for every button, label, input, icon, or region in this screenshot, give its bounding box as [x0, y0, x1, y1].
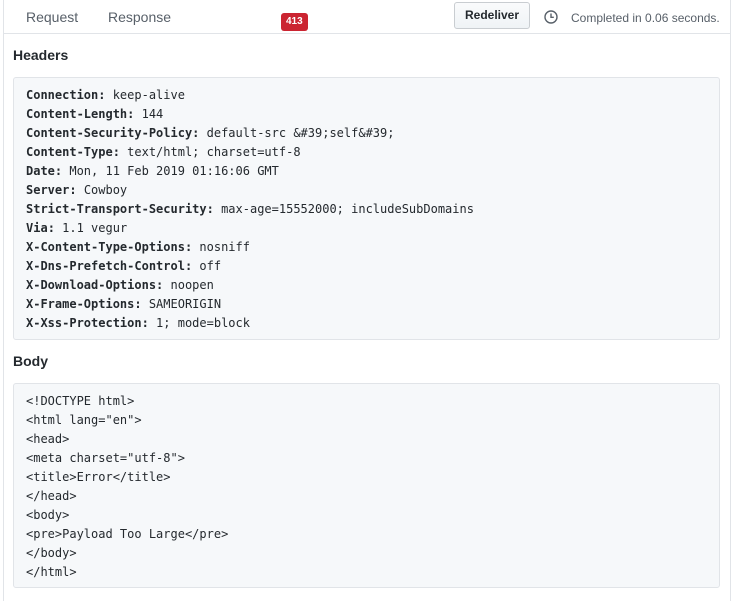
header-key: X-Dns-Prefetch-Control — [26, 259, 185, 273]
header-key: X-Xss-Protection — [26, 316, 142, 330]
body-line: <meta charset="utf-8"> — [26, 451, 185, 465]
header-line: X-Dns-Prefetch-Control: off — [26, 257, 707, 276]
header-value: 144 — [141, 107, 164, 121]
tab-bar: Request Response 413 Redeliver Completed… — [4, 0, 730, 34]
header-separator: : — [69, 183, 84, 197]
header-separator: : — [192, 126, 207, 140]
response-status-badge: 413 — [281, 13, 308, 31]
header-separator: : — [156, 278, 171, 292]
header-separator: : — [206, 202, 222, 216]
body-line: <title>Error</title> — [26, 470, 171, 484]
header-line: Content-Type: text/html; charset=utf-8 — [26, 143, 707, 162]
header-line: X-Xss-Protection: 1; mode=block — [26, 314, 707, 333]
header-separator: : — [141, 316, 157, 330]
body-box: <!DOCTYPE html> <html lang="en"> <head> <me… — [13, 383, 720, 588]
header-line: X-Download-Options: noopen — [26, 276, 707, 295]
header-line: Connection: keep-alive — [26, 86, 707, 105]
header-line: Date: Mon, 11 Feb 2019 01:16:06 GMT — [26, 162, 707, 181]
header-value: text/html; charset=utf-8 — [127, 145, 301, 159]
header-line: Strict-Transport-Security: max-age=15552… — [26, 200, 707, 219]
header-line: Via: 1.1 vegur — [26, 219, 707, 238]
header-separator: : — [47, 221, 63, 235]
header-value: Mon, 11 Feb 2019 01:16:06 GMT — [69, 164, 279, 178]
header-separator: : — [184, 240, 200, 254]
header-key: X-Content-Type-Options — [26, 240, 185, 254]
header-key: Date — [26, 164, 55, 178]
headers-box: Connection: keep-alive Content-Length: 14… — [13, 77, 720, 340]
header-value: 1.1 vegur — [62, 221, 128, 235]
body-line: </html> — [26, 565, 77, 579]
tab-response-label: Response — [108, 9, 172, 25]
header-separator: : — [134, 297, 149, 311]
header-key: Via — [26, 221, 48, 235]
body-line: <!DOCTYPE html> — [26, 394, 135, 408]
header-key: Connection — [26, 88, 99, 102]
header-key: Server — [26, 183, 70, 197]
header-separator: : — [127, 107, 142, 121]
header-value: off — [199, 259, 222, 273]
header-line: Content-Length: 144 — [26, 105, 707, 124]
body-line: </head> — [26, 489, 77, 503]
header-value: keep-alive — [112, 88, 185, 102]
header-key: Content-Security-Policy — [26, 126, 193, 140]
body-section-title: Body — [13, 353, 48, 369]
header-value: noopen — [170, 278, 214, 292]
header-line: Server: Cowboy — [26, 181, 707, 200]
header-value: 1; mode=block — [156, 316, 250, 330]
header-separator: : — [98, 88, 113, 102]
webhook-delivery-panel: Request Response 413 Redeliver Completed… — [3, 0, 731, 601]
header-line: X-Content-Type-Options: nosniff — [26, 238, 707, 257]
tab-response[interactable]: Response 413 — [108, 8, 308, 31]
body-line: <pre>Payload Too Large</pre> — [26, 527, 229, 541]
header-separator: : — [112, 145, 128, 159]
header-key: X-Frame-Options — [26, 297, 135, 311]
header-value: default-src &#39;self&#39; — [206, 126, 395, 140]
header-key: Content-Length — [26, 107, 128, 121]
header-line: X-Frame-Options: SAMEORIGIN — [26, 295, 707, 314]
body-line: <body> — [26, 508, 70, 522]
header-value: max-age=15552000; includeSubDomains — [221, 202, 474, 216]
header-value: nosniff — [199, 240, 250, 254]
header-value: Cowboy — [83, 183, 128, 197]
header-value: SAMEORIGIN — [148, 297, 222, 311]
header-key: Content-Type — [26, 145, 113, 159]
body-line: <head> — [26, 432, 70, 446]
header-key: X-Download-Options — [26, 278, 157, 292]
tab-request[interactable]: Request — [26, 8, 78, 26]
completion-status-text: Completed in 0.06 seconds. — [571, 11, 720, 25]
redeliver-button[interactable]: Redeliver — [454, 2, 530, 29]
clock-icon — [544, 10, 558, 24]
header-separator: : — [184, 259, 200, 273]
header-separator: : — [54, 164, 70, 178]
header-line: Content-Security-Policy: default-src &#3… — [26, 124, 707, 143]
body-line: </body> — [26, 546, 77, 560]
body-line: <html lang="en"> — [26, 413, 142, 427]
headers-section-title: Headers — [13, 47, 69, 63]
header-key: Strict-Transport-Security — [26, 202, 207, 216]
